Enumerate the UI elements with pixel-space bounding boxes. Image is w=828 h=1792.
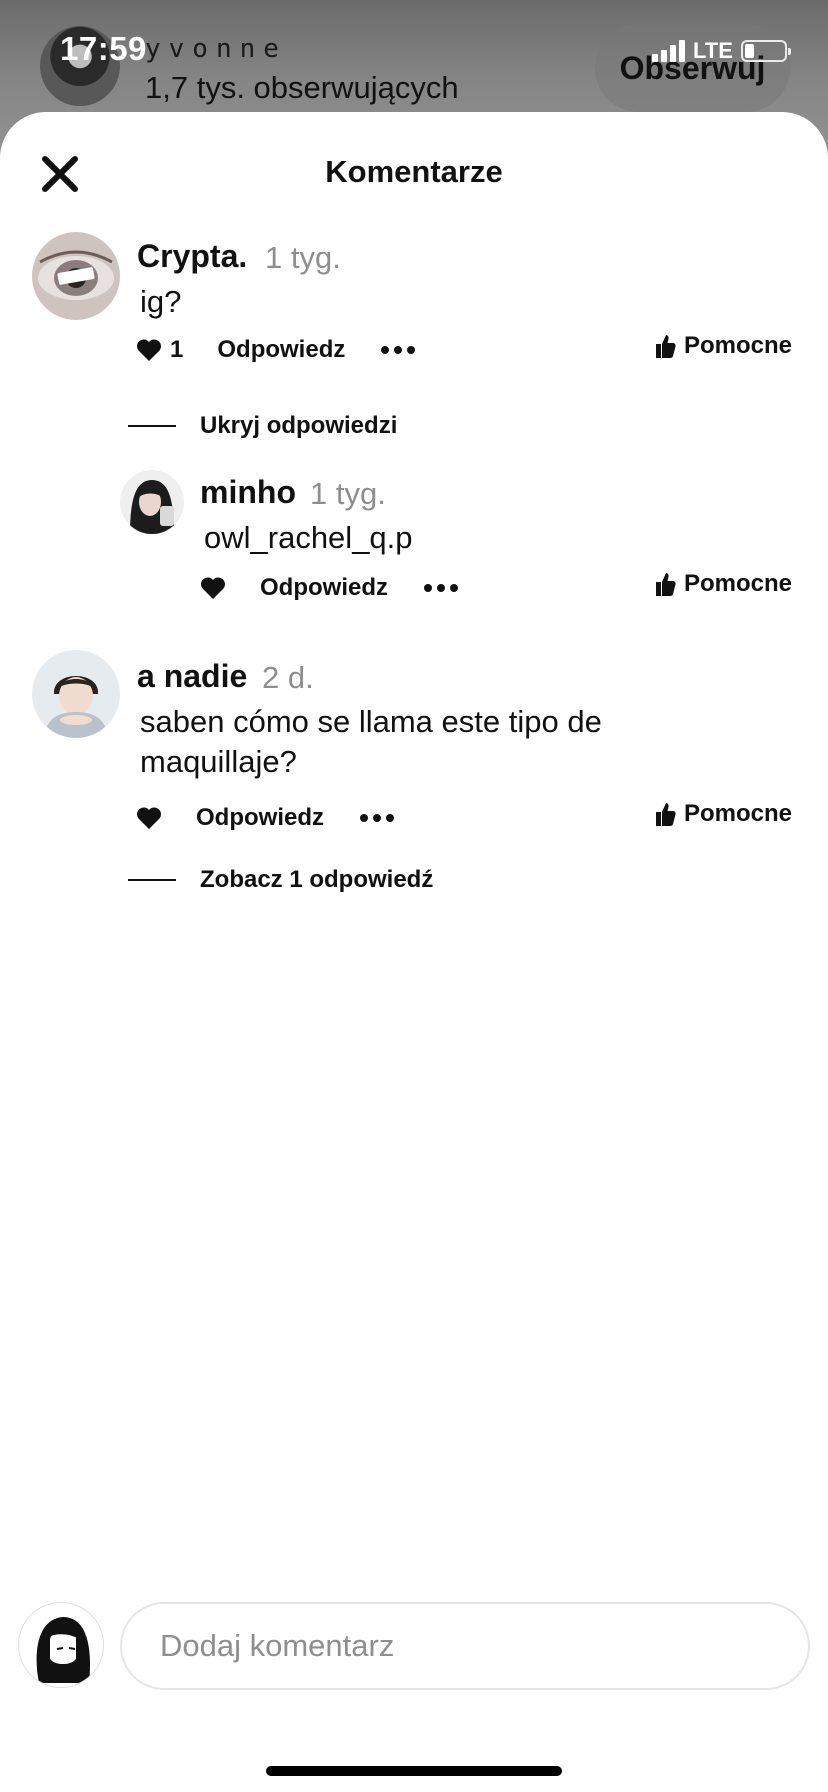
- comment-text: ig?: [140, 284, 182, 319]
- status-time: 17:59: [60, 30, 147, 67]
- heart-icon: [136, 339, 162, 361]
- like-button[interactable]: 1: [136, 336, 183, 364]
- helpful-label: Pomocne: [684, 332, 793, 359]
- signal-icon: [652, 40, 685, 62]
- like-count: 1: [170, 336, 184, 363]
- comment-author[interactable]: Crypta.: [137, 238, 247, 275]
- sheet-title: Komentarze: [325, 154, 503, 189]
- reply-item: minho 1 tyg. owl_rachel_q.p Odpowiedz Po…: [0, 470, 828, 630]
- more-options-icon[interactable]: [424, 584, 458, 592]
- comment-actions: Odpowiedz: [200, 570, 458, 606]
- reply-button[interactable]: Odpowiedz: [217, 336, 345, 364]
- avatar[interactable]: [32, 650, 120, 738]
- helpful-label: Pomocne: [684, 800, 793, 827]
- thumbs-up-icon: [656, 335, 676, 358]
- reply-button[interactable]: Odpowiedz: [260, 574, 388, 602]
- divider-line: [128, 425, 176, 427]
- creator-name[interactable]: yvonne: [145, 34, 287, 64]
- comment-text: owl_rachel_q.p: [204, 520, 413, 555]
- thumbs-up-icon: [656, 803, 676, 826]
- avatar[interactable]: [120, 470, 184, 534]
- comment-time: 1 tyg.: [310, 476, 386, 511]
- comment-time: 1 tyg.: [265, 240, 341, 275]
- helpful-button[interactable]: Pomocne: [654, 800, 792, 828]
- current-user-avatar: [18, 1602, 104, 1688]
- helpful-label: Pomocne: [684, 570, 793, 597]
- heart-icon: [200, 577, 226, 599]
- status-indicators: LTE: [652, 38, 791, 64]
- comment-time: 2 d.: [262, 660, 314, 695]
- thread-toggle-label: Zobacz 1 odpowiedź: [200, 866, 434, 893]
- like-button[interactable]: [136, 806, 162, 830]
- comment-text-line: maquillaje?: [140, 744, 297, 779]
- comment-item: Crypta. 1 tyg. ig? 1 Odpowiedz Pomocne: [0, 232, 828, 432]
- divider-line: [128, 879, 176, 881]
- comment-input[interactable]: Dodaj komentarz: [120, 1602, 810, 1690]
- battery-icon: [740, 40, 791, 62]
- thread-toggle-label: Ukryj odpowiedzi: [200, 412, 398, 439]
- comment-author[interactable]: minho: [200, 474, 296, 511]
- reply-button[interactable]: Odpowiedz: [196, 804, 324, 832]
- helpful-button[interactable]: Pomocne: [654, 332, 792, 360]
- view-replies-button[interactable]: Zobacz 1 odpowiedź: [128, 866, 433, 894]
- avatar[interactable]: [32, 232, 120, 320]
- comments-sheet: Komentarze Crypta. 1 tyg. ig? 1 Odpowied…: [0, 112, 828, 1792]
- heart-icon: [136, 807, 162, 829]
- comment-actions: 1 Odpowiedz: [136, 332, 416, 368]
- home-indicator: [266, 1766, 562, 1776]
- creator-followers: 1,7 tys. obserwujących: [145, 70, 459, 105]
- more-options-icon[interactable]: [381, 346, 416, 354]
- comment-actions: Odpowiedz: [136, 800, 394, 836]
- comment-item: a nadie 2 d. saben cómo se llama este ti…: [0, 650, 828, 850]
- comment-text-line: saben cómo se llama este tipo de: [140, 704, 602, 739]
- network-label: LTE: [693, 38, 733, 63]
- thumbs-up-icon: [656, 573, 676, 596]
- like-button[interactable]: [200, 576, 226, 600]
- helpful-button[interactable]: Pomocne: [654, 570, 792, 598]
- more-options-icon[interactable]: [360, 814, 394, 822]
- hide-replies-button[interactable]: Ukryj odpowiedzi: [128, 412, 397, 440]
- comment-author[interactable]: a nadie: [137, 658, 247, 695]
- comment-text: saben cómo se llama este tipo de maquill…: [140, 702, 602, 782]
